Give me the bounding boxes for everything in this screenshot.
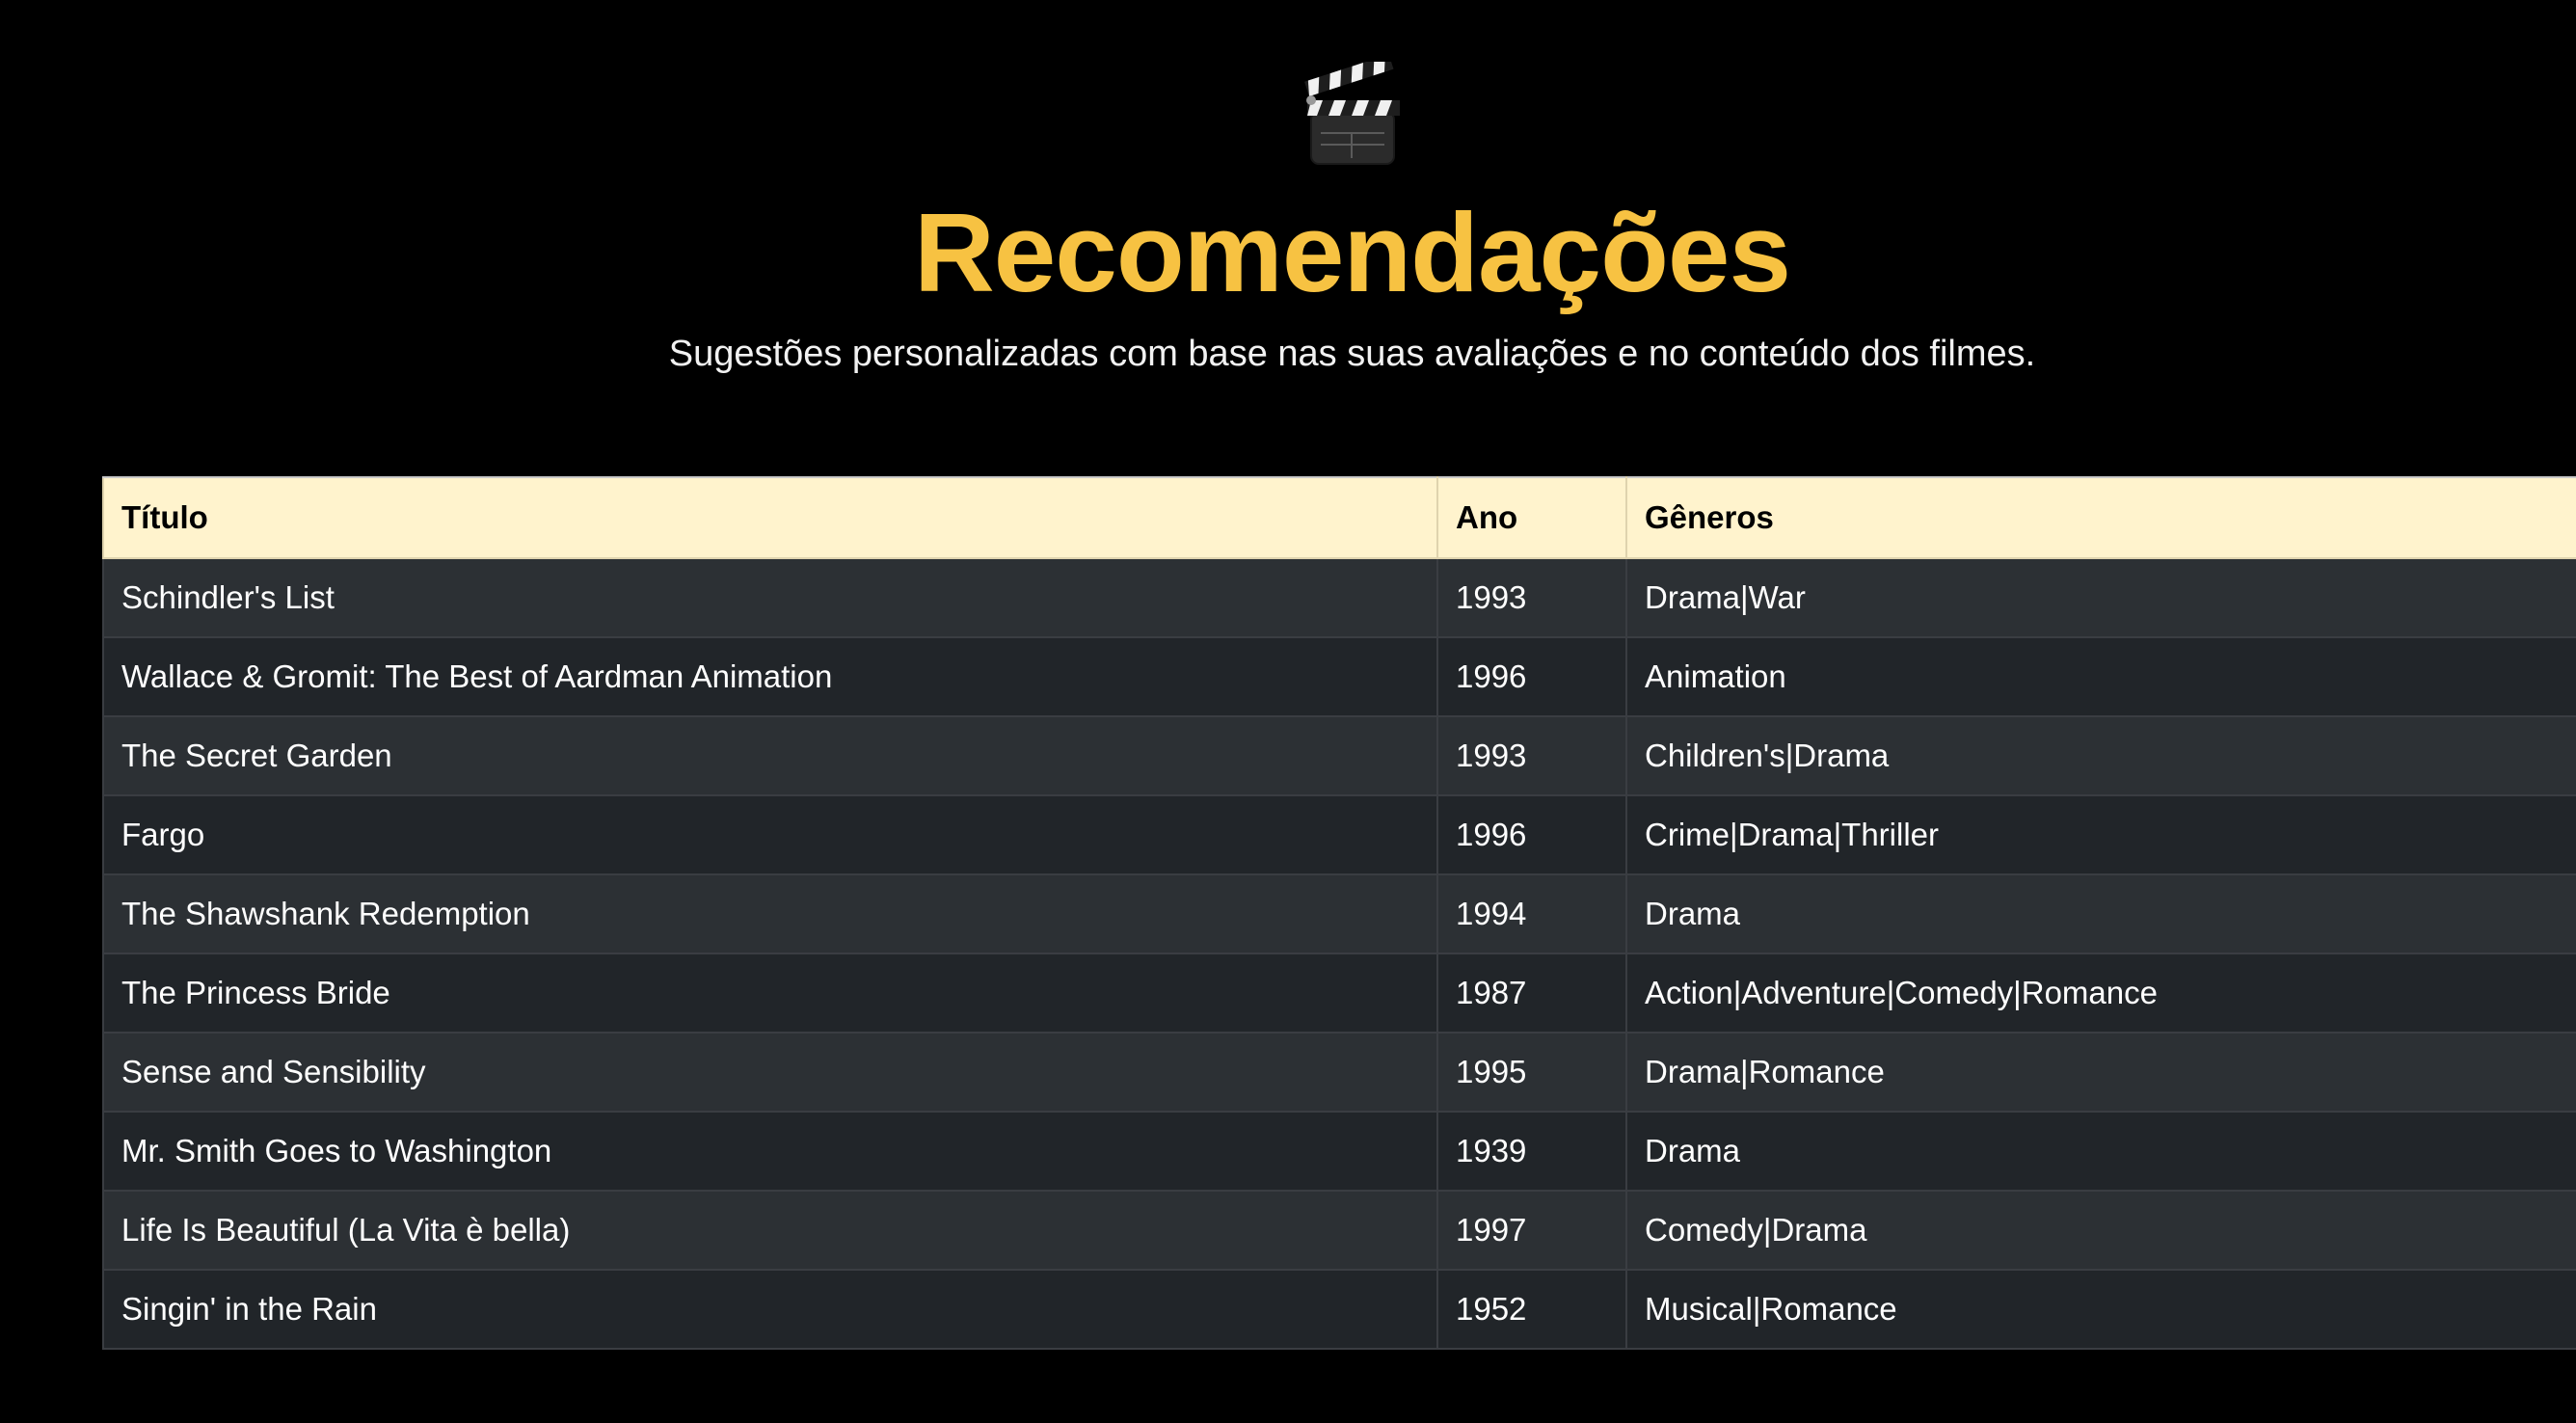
movie-title-cell: Mr. Smith Goes to Washington [102, 1111, 1438, 1192]
movie-year-cell: 1939 [1436, 1111, 1627, 1192]
movie-year-cell: 1996 [1436, 794, 1627, 875]
movie-genres-cell: Action|Adventure|Comedy|Romance [1625, 953, 2576, 1034]
column-header-genres: Gêneros [1625, 476, 2576, 559]
movie-genres-cell: Drama|Romance [1625, 1032, 2576, 1113]
movie-year-cell: 1994 [1436, 873, 1627, 954]
table-row: Life Is Beautiful (La Vita è bella) 1997… [102, 1190, 2576, 1271]
page: Recomendações Sugestões personalizadas c… [0, 0, 2576, 1423]
table-row: Mr. Smith Goes to Washington 1939 Drama [102, 1111, 2576, 1192]
table-row: Fargo 1996 Crime|Drama|Thriller [102, 794, 2576, 875]
movie-year-cell: 1993 [1436, 715, 1627, 796]
page-subtitle: Sugestões personalizadas com base nas su… [668, 334, 2036, 374]
table-row: Singin' in the Rain 1952 Musical|Romance [102, 1269, 2576, 1350]
table-row: Schindler's List 1993 Drama|War [102, 557, 2576, 638]
column-header-title: Título [102, 476, 1438, 559]
table-row: Sense and Sensibility 1995 Drama|Romance [102, 1032, 2576, 1113]
table-row: Wallace & Gromit: The Best of Aardman An… [102, 636, 2576, 717]
movie-year-cell: 1996 [1436, 636, 1627, 717]
movie-genres-cell: Drama|War [1625, 557, 2576, 638]
movie-genres-cell: Animation [1625, 636, 2576, 717]
movie-year-cell: 1997 [1436, 1190, 1627, 1271]
movie-genres-cell: Comedy|Drama [1625, 1190, 2576, 1271]
movie-genres-cell: Crime|Drama|Thriller [1625, 794, 2576, 875]
movie-title-cell: Sense and Sensibility [102, 1032, 1438, 1113]
movie-genres-cell: Drama [1625, 873, 2576, 954]
table-row: The Shawshank Redemption 1994 Drama [102, 873, 2576, 954]
column-header-year: Ano [1436, 476, 1627, 559]
table-header-row: Título Ano Gêneros [102, 476, 2576, 559]
movie-title-cell: Fargo [102, 794, 1438, 875]
clapperboard-icon [1304, 62, 1400, 165]
movie-title-cell: The Secret Garden [102, 715, 1438, 796]
movie-year-cell: 1987 [1436, 953, 1627, 1034]
movie-genres-cell: Drama [1625, 1111, 2576, 1192]
movie-year-cell: 1995 [1436, 1032, 1627, 1113]
movie-year-cell: 1993 [1436, 557, 1627, 638]
table-row: The Secret Garden 1993 Children's|Drama [102, 715, 2576, 796]
movie-title-cell: The Shawshank Redemption [102, 873, 1438, 954]
movie-year-cell: 1952 [1436, 1269, 1627, 1350]
movie-genres-cell: Musical|Romance [1625, 1269, 2576, 1350]
movie-title-cell: Wallace & Gromit: The Best of Aardman An… [102, 636, 1438, 717]
recommendations-table-container: Título Ano Gêneros Schindler's List 1993… [102, 476, 2576, 1350]
movie-genres-cell: Children's|Drama [1625, 715, 2576, 796]
movie-title-cell: Singin' in the Rain [102, 1269, 1438, 1350]
movie-title-cell: Life Is Beautiful (La Vita è bella) [102, 1190, 1438, 1271]
movie-title-cell: The Princess Bride [102, 953, 1438, 1034]
table-row: The Princess Bride 1987 Action|Adventure… [102, 953, 2576, 1034]
movie-title-cell: Schindler's List [102, 557, 1438, 638]
page-title: Recomendações [914, 190, 1791, 315]
recommendations-table: Título Ano Gêneros Schindler's List 1993… [102, 476, 2576, 1350]
